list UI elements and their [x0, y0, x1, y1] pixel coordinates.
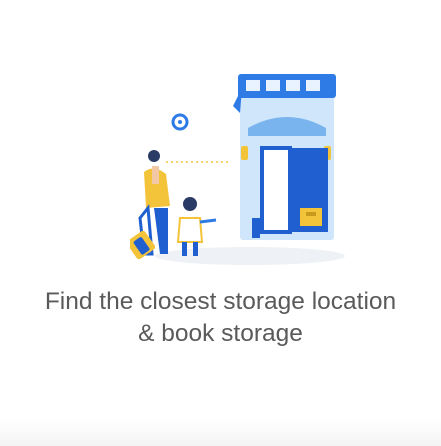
location-pin-icon — [171, 113, 189, 131]
headline-line-1: Find the closest storage location — [44, 288, 397, 315]
suitcase-icon — [130, 230, 156, 260]
traveler-storage-illustration — [130, 74, 345, 265]
onboarding-headline: Find the closest storage location & book… — [0, 286, 441, 350]
bottom-shade — [0, 418, 441, 446]
child-figure — [176, 197, 217, 256]
headline-line-2: & book storage — [138, 320, 303, 347]
onboarding-screen: Find the closest storage location & book… — [0, 0, 441, 446]
storefront — [238, 74, 336, 240]
